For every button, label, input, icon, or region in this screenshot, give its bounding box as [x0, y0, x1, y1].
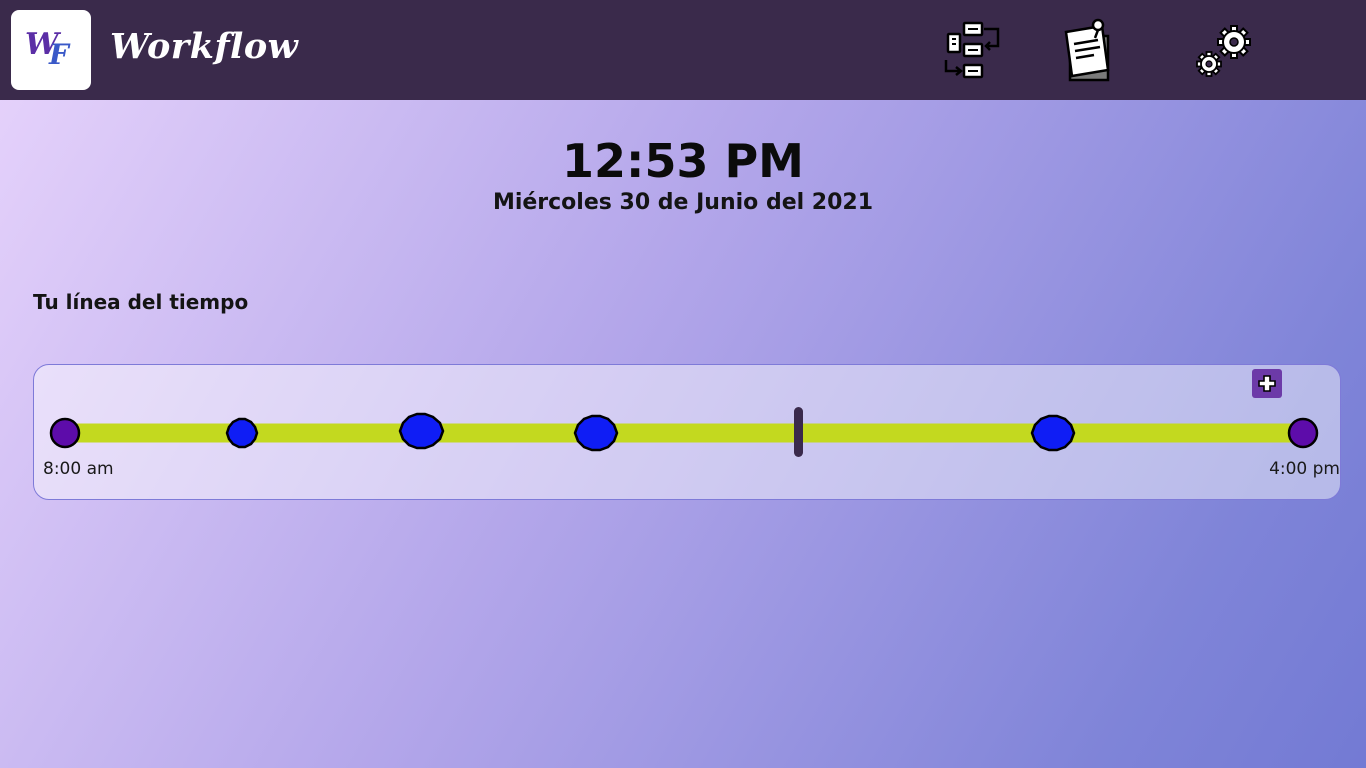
timeline-end-label: 4:00 pm — [1269, 459, 1340, 479]
wf-logo-icon: W F — [25, 27, 71, 71]
timeline-end-point[interactable] — [1287, 417, 1319, 449]
clock-date: Miércoles 30 de Junio del 2021 — [492, 190, 874, 215]
flowchart-button[interactable] — [942, 20, 1006, 82]
top-bar: W F Workflow — [0, 0, 1366, 100]
clock-time: 12:53 PM — [562, 134, 804, 188]
settings-icon — [1196, 25, 1251, 77]
timeline-event[interactable] — [398, 412, 445, 450]
timeline-title: Tu línea del tiempo — [33, 290, 249, 314]
timeline-event[interactable] — [573, 414, 619, 452]
app-logo[interactable]: W F — [11, 10, 91, 90]
notes-button[interactable] — [1058, 18, 1116, 84]
timeline-track — [49, 407, 1319, 457]
timeline-event[interactable] — [1030, 414, 1076, 452]
flowchart-icon — [944, 21, 1000, 79]
timeline-start-label: 8:00 am — [43, 459, 114, 479]
app-title: Workflow — [110, 26, 299, 67]
timeline-card: 8:00 am 4:00 pm — [33, 364, 1341, 500]
timeline-event[interactable] — [225, 417, 259, 449]
settings-button[interactable] — [1193, 22, 1253, 78]
current-time-marker — [794, 407, 803, 457]
notes-icon — [1064, 18, 1110, 82]
timeline-start-point[interactable] — [49, 417, 81, 449]
add-event-button[interactable] — [1252, 369, 1282, 398]
svg-text:F: F — [48, 38, 71, 71]
plus-icon — [1258, 375, 1276, 392]
